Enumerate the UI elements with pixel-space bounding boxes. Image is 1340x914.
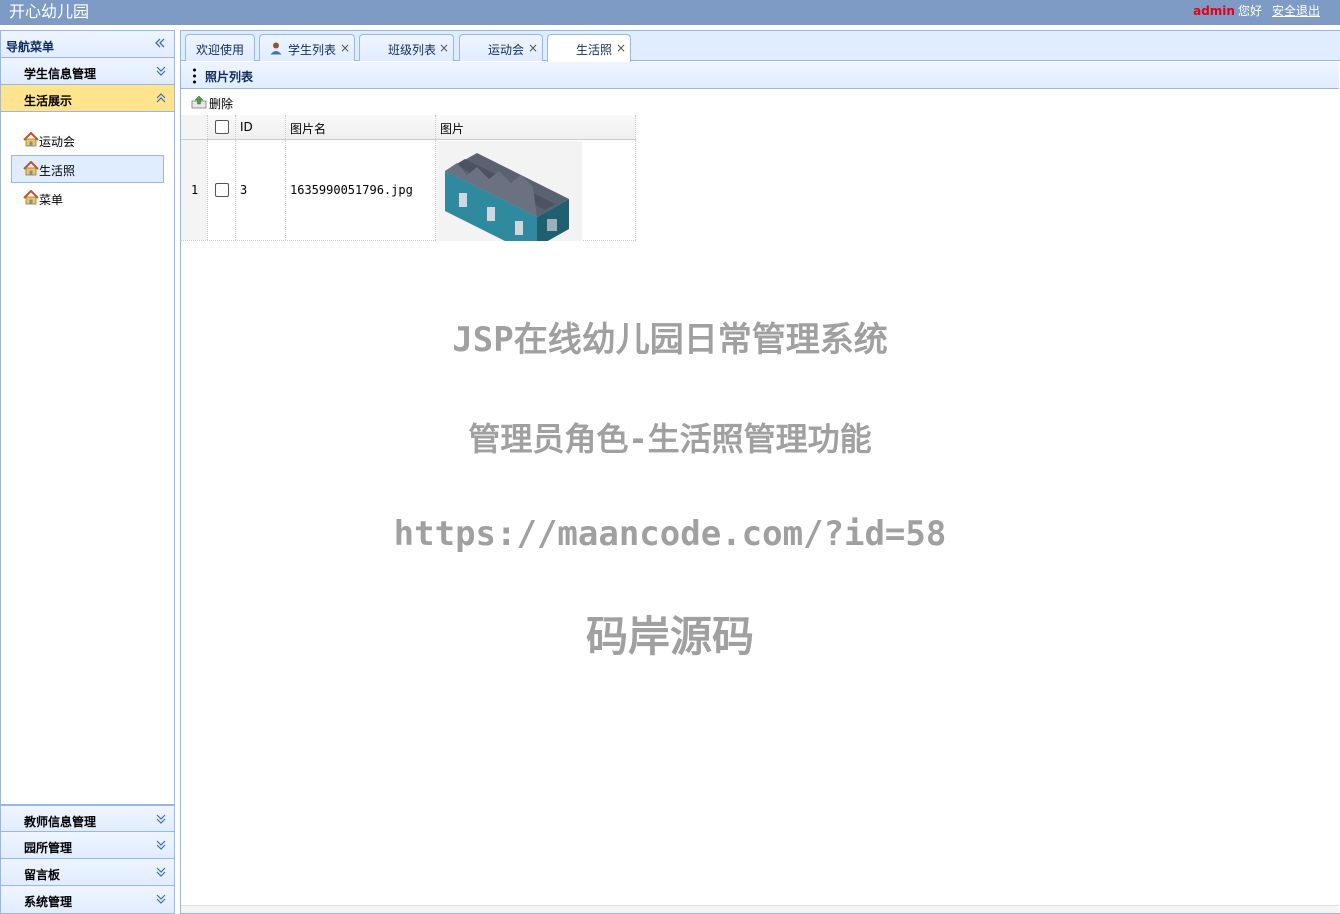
sidebar-header: 导航菜单: [1, 31, 174, 58]
tab-class-list[interactable]: 班级列表 ×: [359, 34, 454, 61]
user-icon: [270, 42, 282, 55]
tab-close-icon[interactable]: ×: [439, 41, 449, 55]
main-area: 欢迎使用 学生列表 × 班级列表 × 运动会 × 生活照 × 照片列表 删除 I…: [180, 30, 1340, 914]
watermark-brand: 码岸源码: [585, 612, 754, 661]
menu-item-label: 运动会: [39, 135, 76, 149]
menu-item-menu[interactable]: 菜单: [11, 184, 164, 212]
tab-label: 欢迎使用: [196, 43, 245, 57]
id-cell: 3: [236, 140, 286, 240]
sidebar: 导航菜单 学生信息管理 生活展示 运动会 生活照 菜单 教师信息管理 园所管理 …: [0, 30, 175, 914]
warehouse-building-image: [437, 141, 582, 241]
tab-bar: 欢迎使用 学生列表 × 班级列表 × 运动会 × 生活照 ×: [181, 31, 1340, 62]
top-header: 开心幼儿园 admin 您好 安全退出: [0, 0, 1340, 25]
rownum-header: [181, 115, 208, 139]
grid-header: ID 图片名 图片: [181, 115, 636, 140]
column-header-label: ID: [240, 120, 253, 134]
pagination-bar: [181, 905, 1339, 913]
tab-label: 班级列表: [388, 43, 437, 57]
expand-down-icon: [156, 894, 166, 904]
section-message-board[interactable]: 留言板: [1, 859, 174, 886]
user-area: admin 您好 安全退出: [1193, 4, 1320, 18]
column-header-name[interactable]: 图片名: [286, 115, 436, 139]
watermark-subtitle: 管理员角色-生活照管理功能: [468, 420, 872, 458]
sidebar-title: 导航菜单: [6, 40, 55, 54]
section-life-display[interactable]: 生活展示: [1, 85, 174, 112]
image-cell: [436, 140, 636, 241]
row-checkbox[interactable]: [215, 183, 229, 197]
column-header-id[interactable]: ID: [236, 115, 286, 139]
tab-label: 学生列表: [288, 43, 337, 57]
id-value: 3: [240, 183, 248, 197]
tab-close-icon[interactable]: ×: [528, 41, 538, 55]
tab-label: 运动会: [488, 43, 525, 57]
expand-down-icon: [156, 66, 166, 76]
menu-item-sports-day[interactable]: 运动会: [11, 126, 164, 154]
toolbar: 删除: [181, 90, 1339, 115]
collapse-up-icon: [156, 93, 166, 103]
section-label: 教师信息管理: [24, 815, 97, 829]
watermark-url: https://maancode.com/?id=58: [393, 514, 947, 554]
collapse-left-icon[interactable]: [153, 36, 167, 50]
home-icon: [23, 161, 39, 176]
panel-title: 照片列表: [205, 70, 254, 84]
tab-welcome[interactable]: 欢迎使用: [185, 34, 255, 61]
menu-item-label: 菜单: [39, 193, 64, 207]
image-name-value: 1635990051796.jpg: [290, 183, 413, 197]
user-name: admin: [1193, 4, 1235, 18]
section-student-info[interactable]: 学生信息管理: [1, 58, 174, 85]
section-system-management[interactable]: 系统管理: [1, 886, 174, 913]
section-label: 学生信息管理: [24, 67, 97, 81]
expand-down-icon: [156, 814, 166, 824]
column-header-label: 图片: [440, 122, 465, 136]
app-title: 开心幼儿园: [9, 2, 90, 21]
menu-item-life-photos[interactable]: 生活照: [11, 155, 164, 183]
expand-down-icon: [156, 840, 166, 850]
home-icon: [23, 132, 39, 147]
panel-header: 照片列表: [181, 62, 1339, 89]
row-number-cell: 1: [181, 140, 208, 240]
panel-menu-icon: [193, 68, 196, 84]
photo-grid: ID 图片名 图片 1 3 1635990051796.jpg: [181, 115, 636, 241]
logout-link[interactable]: 安全退出: [1272, 4, 1320, 18]
delete-label: 删除: [209, 97, 234, 111]
delete-icon: [191, 95, 207, 109]
section-school-management[interactable]: 园所管理: [1, 832, 174, 859]
expand-down-icon: [156, 867, 166, 877]
select-all-checkbox[interactable]: [215, 120, 229, 134]
home-icon: [23, 190, 39, 205]
greeting-text: 您好: [1237, 4, 1262, 18]
column-header-label: 图片名: [290, 122, 327, 136]
tab-life-photos[interactable]: 生活照 ×: [547, 34, 631, 62]
tab-label: 生活照: [576, 43, 613, 57]
name-cell: 1635990051796.jpg: [286, 140, 436, 240]
section-label: 园所管理: [24, 841, 73, 855]
section-label: 生活展示: [24, 94, 73, 108]
row-number: 1: [191, 183, 199, 197]
tab-student-list[interactable]: 学生列表 ×: [259, 34, 355, 61]
table-row[interactable]: 1 3 1635990051796.jpg: [181, 140, 636, 241]
bottom-sections: 教师信息管理 园所管理 留言板 系统管理: [1, 805, 174, 913]
column-header-image[interactable]: 图片: [436, 115, 636, 139]
check-all-cell: [208, 115, 236, 139]
section-label: 系统管理: [24, 895, 73, 909]
tab-sports-day[interactable]: 运动会 ×: [459, 34, 543, 61]
watermark-title: JSP在线幼儿园日常管理系统: [452, 320, 888, 360]
section-teacher-info[interactable]: 教师信息管理: [1, 805, 174, 832]
tab-close-icon[interactable]: ×: [616, 41, 626, 55]
row-check-cell: [208, 140, 236, 240]
tab-close-icon[interactable]: ×: [340, 41, 350, 55]
menu-item-label: 生活照: [39, 164, 76, 178]
section-label: 留言板: [24, 868, 61, 882]
